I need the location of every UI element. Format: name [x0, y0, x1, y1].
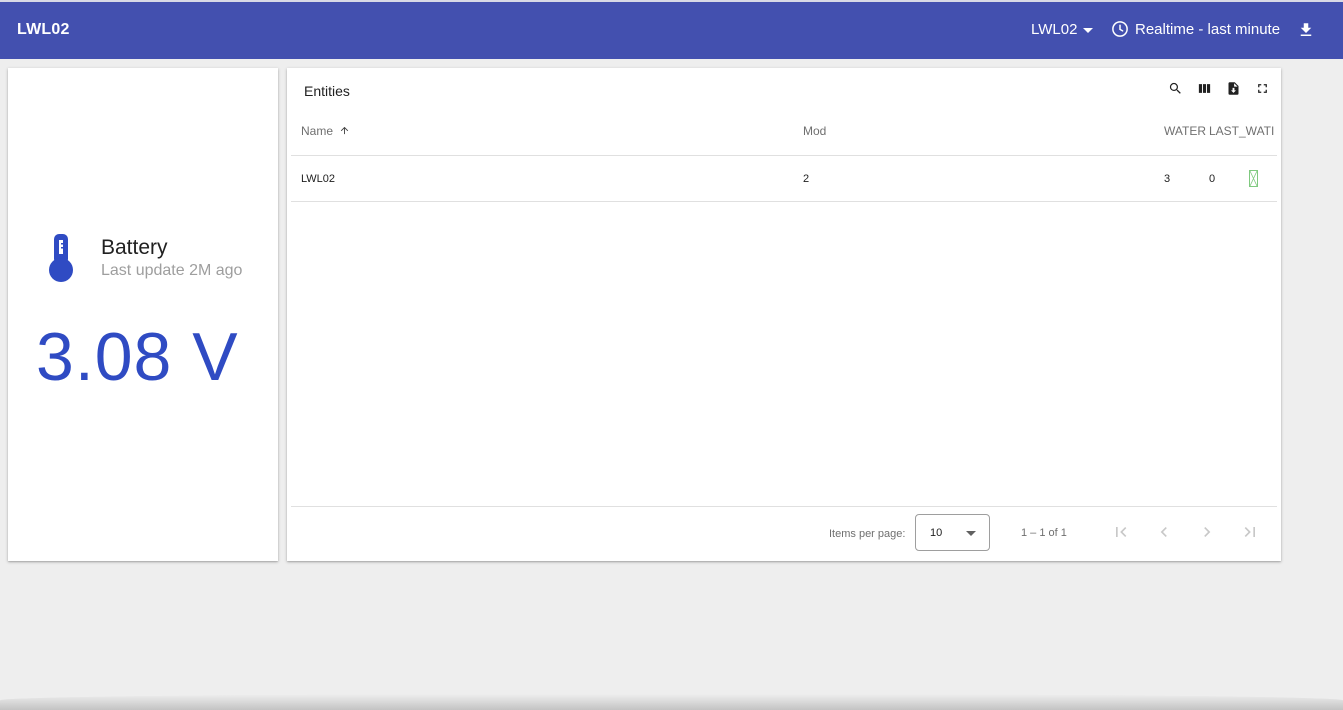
column-header-name[interactable]: Name	[301, 124, 350, 138]
dashboard-toolbar: LWL02 LWL02 Realtime - last minute	[0, 0, 1343, 59]
chevron-left-icon	[1160, 527, 1167, 537]
battery-last-update: Last update 2M ago	[101, 262, 243, 279]
row-divider	[291, 201, 1277, 202]
fullscreen-button[interactable]	[1255, 81, 1270, 96]
file-download-icon	[1228, 82, 1239, 95]
items-per-page-label: Items per page:	[829, 528, 906, 540]
column-header-label: Name	[301, 124, 334, 138]
first-page-icon	[1116, 527, 1127, 537]
chevron-right-icon	[1204, 527, 1211, 537]
columns-button[interactable]	[1197, 81, 1212, 96]
chevron-down-icon	[1083, 28, 1094, 33]
cell-last-wati: 0	[1209, 173, 1216, 185]
dashboard-title: LWL02	[17, 21, 70, 38]
export-button[interactable]	[1226, 81, 1241, 96]
table-toolbar	[1168, 81, 1270, 96]
search-button[interactable]	[1168, 81, 1183, 96]
entities-table-card: Entities Name Mod WATER LAST_WATI LWL02 …	[287, 68, 1281, 561]
entity-select[interactable]: LWL02	[1031, 21, 1094, 38]
next-page-button[interactable]	[1197, 522, 1217, 542]
header-divider	[291, 155, 1277, 156]
paginator: Items per page: 10 1 – 1 of 1	[287, 506, 1281, 561]
battery-value: 3.08 V	[36, 319, 239, 395]
last-page-icon	[1244, 527, 1255, 537]
page-range-label: 1 – 1 of 1	[1021, 527, 1067, 539]
search-icon	[1169, 82, 1181, 94]
first-page-button[interactable]	[1111, 522, 1131, 542]
window-bottom-edge	[0, 694, 1343, 710]
broken-image-icon	[1249, 170, 1258, 187]
column-header-last-wati[interactable]: LAST_WATI	[1209, 124, 1279, 138]
timewindow-button[interactable]: Realtime - last minute	[1111, 20, 1280, 38]
chevron-down-icon	[966, 531, 976, 536]
clock-icon	[1112, 21, 1128, 37]
cell-water: 3	[1164, 173, 1171, 185]
items-per-page-select[interactable]: 10	[915, 514, 990, 551]
items-per-page-value: 10	[930, 527, 943, 539]
battery-title: Battery	[101, 236, 168, 259]
entity-select-value: LWL02	[1031, 21, 1078, 38]
last-page-button[interactable]	[1240, 522, 1260, 542]
cell-mod: 2	[803, 173, 810, 185]
table-title: Entities	[304, 83, 350, 99]
battery-card: Battery Last update 2M ago 3.08 V	[8, 68, 278, 561]
download-button[interactable]	[1297, 21, 1315, 44]
cell-name: LWL02	[301, 173, 336, 185]
column-header-mod[interactable]: Mod	[803, 124, 826, 138]
paginator-divider	[291, 506, 1277, 507]
view-column-icon	[1198, 84, 1211, 93]
fullscreen-icon	[1258, 84, 1267, 93]
timewindow-label: Realtime - last minute	[1135, 20, 1281, 38]
arrow-up-icon	[341, 126, 349, 135]
download-icon	[1300, 23, 1312, 36]
previous-page-button[interactable]	[1154, 522, 1174, 542]
thermometer-icon	[49, 234, 73, 282]
column-header-water[interactable]: WATER	[1164, 124, 1206, 138]
